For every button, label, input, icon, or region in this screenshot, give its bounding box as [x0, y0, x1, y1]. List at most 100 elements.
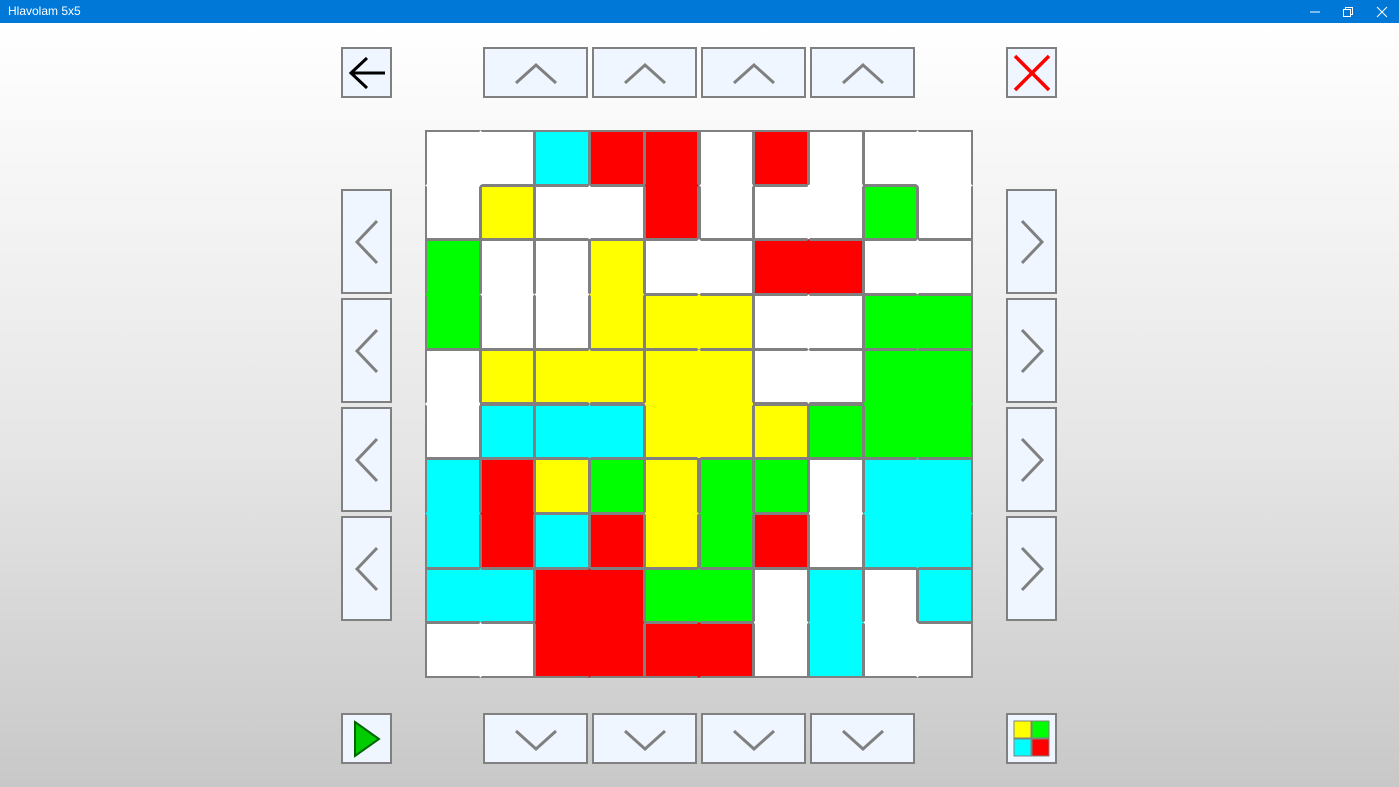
puzzle-cell-white — [917, 184, 973, 241]
chevron-up-icon — [732, 62, 775, 84]
puzzle-cell-red — [643, 622, 700, 678]
chevron-right-icon — [1020, 328, 1044, 373]
puzzle-cell-green — [753, 458, 809, 514]
puzzle-cell-white — [753, 184, 809, 241]
puzzle-cell-white — [479, 294, 536, 350]
shift-left-button-row-1[interactable] — [341, 189, 392, 294]
chevron-up-icon — [514, 62, 557, 84]
color-scheme-button[interactable] — [1006, 713, 1057, 764]
puzzle-cell-yellow — [698, 348, 755, 405]
puzzle-cell-white — [589, 184, 645, 241]
puzzle-cell-yellow — [643, 294, 700, 350]
puzzle-cell-white — [425, 622, 481, 678]
puzzle-cell-white — [479, 130, 536, 186]
puzzle-cell-red — [589, 567, 645, 624]
puzzle-cell-white — [807, 184, 864, 241]
close-button[interactable] — [1006, 47, 1057, 98]
puzzle-cell-white — [425, 130, 481, 186]
puzzle-cell-yellow — [643, 348, 700, 405]
puzzle-cell-yellow — [534, 458, 591, 514]
puzzle-cell-white — [862, 130, 919, 186]
puzzle-cell-yellow — [643, 403, 700, 460]
puzzle-cell-white — [753, 622, 809, 678]
puzzle-cell-white — [753, 567, 809, 624]
puzzle-cell-green — [917, 294, 973, 350]
puzzle-cell-white — [698, 184, 755, 241]
puzzle-cell-white — [753, 348, 809, 405]
puzzle-cell-white — [917, 622, 973, 678]
shift-up-button-col-2[interactable] — [592, 47, 697, 98]
shift-down-button-col-3[interactable] — [701, 713, 806, 764]
puzzle-cell-red — [589, 130, 645, 186]
puzzle-cell-green — [643, 567, 700, 624]
shift-up-button-col-4[interactable] — [810, 47, 915, 98]
puzzle-board — [425, 130, 973, 679]
minimize-button[interactable] — [1298, 0, 1332, 23]
puzzle-cell-white — [534, 239, 591, 296]
shift-up-button-col-3[interactable] — [701, 47, 806, 98]
red-x-icon — [1013, 54, 1050, 91]
restore-button[interactable] — [1331, 0, 1365, 23]
puzzle-cell-cyan — [807, 622, 864, 678]
puzzle-cell-cyan — [425, 567, 481, 624]
shift-right-button-row-2[interactable] — [1006, 298, 1057, 403]
chevron-right-icon — [1020, 437, 1044, 482]
arrow-left-icon — [348, 56, 385, 89]
puzzle-cell-cyan — [917, 458, 973, 514]
restore-icon — [1343, 6, 1353, 17]
puzzle-cell-green — [862, 294, 919, 350]
shift-down-button-col-2[interactable] — [592, 713, 697, 764]
puzzle-cell-cyan — [534, 512, 591, 569]
puzzle-cell-white — [807, 294, 864, 350]
puzzle-cell-green — [862, 184, 919, 241]
shift-up-button-col-1[interactable] — [483, 47, 588, 98]
puzzle-cell-yellow — [753, 403, 809, 460]
puzzle-cell-cyan — [589, 403, 645, 460]
puzzle-cell-cyan — [862, 512, 919, 569]
puzzle-cell-white — [753, 294, 809, 350]
close-icon — [1376, 6, 1388, 17]
shift-left-button-row-4[interactable] — [341, 516, 392, 621]
chevron-up-icon — [841, 62, 884, 84]
puzzle-cell-red — [589, 512, 645, 569]
puzzle-cell-red — [643, 184, 700, 241]
shift-right-button-row-1[interactable] — [1006, 189, 1057, 294]
puzzle-cell-white — [862, 622, 919, 678]
puzzle-cell-green — [589, 458, 645, 514]
chevron-right-icon — [1020, 219, 1044, 264]
puzzle-cell-cyan — [917, 512, 973, 569]
puzzle-cell-red — [589, 622, 645, 678]
puzzle-cell-white — [917, 130, 973, 186]
puzzle-cell-green — [862, 403, 919, 460]
shift-right-button-row-4[interactable] — [1006, 516, 1057, 621]
shift-down-button-col-1[interactable] — [483, 713, 588, 764]
puzzle-cell-green — [862, 348, 919, 405]
shift-left-button-row-3[interactable] — [341, 407, 392, 512]
puzzle-cell-red — [753, 239, 809, 296]
puzzle-cell-red — [643, 130, 700, 186]
play-button[interactable] — [341, 713, 392, 764]
puzzle-cell-cyan — [862, 458, 919, 514]
puzzle-cell-white — [862, 567, 919, 624]
window-close-button[interactable] — [1365, 0, 1399, 23]
shift-right-button-row-3[interactable] — [1006, 407, 1057, 512]
shift-down-button-col-4[interactable] — [810, 713, 915, 764]
puzzle-cell-yellow — [589, 348, 645, 405]
puzzle-cell-red — [534, 567, 591, 624]
back-button[interactable] — [341, 47, 392, 98]
chevron-right-icon — [1020, 546, 1044, 591]
puzzle-cell-white — [534, 294, 591, 350]
chevron-down-icon — [732, 729, 775, 751]
puzzle-cell-red — [698, 622, 755, 678]
puzzle-cell-cyan — [479, 403, 536, 460]
puzzle-cell-red — [753, 130, 809, 186]
shift-left-button-row-2[interactable] — [341, 298, 392, 403]
puzzle-cell-yellow — [479, 184, 536, 241]
puzzle-cell-green — [425, 239, 481, 296]
puzzle-cell-green — [917, 348, 973, 405]
puzzle-cell-white — [643, 239, 700, 296]
puzzle-cell-white — [479, 239, 536, 296]
puzzle-cell-white — [807, 348, 864, 405]
puzzle-cell-red — [479, 458, 536, 514]
four-color-squares-icon — [1013, 720, 1049, 756]
